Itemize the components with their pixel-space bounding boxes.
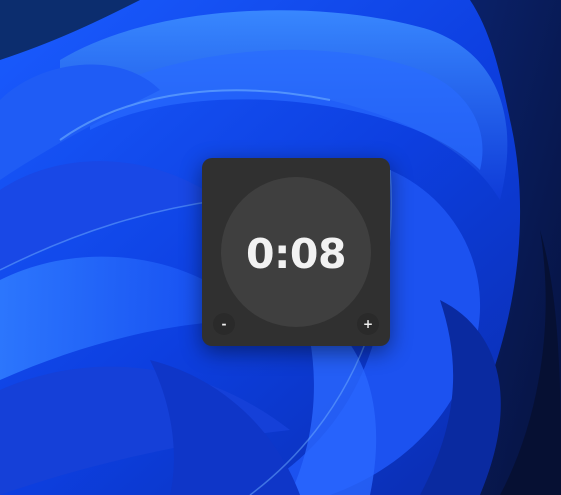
timer-dial[interactable]: 0:08 <box>221 177 371 327</box>
desktop: 0:08 - + <box>0 0 561 495</box>
timer-widget: 0:08 - + <box>202 158 390 346</box>
minus-icon: - <box>221 317 227 331</box>
increment-button[interactable]: + <box>357 313 379 335</box>
decrement-button[interactable]: - <box>213 313 235 335</box>
timer-display: 0:08 <box>246 229 346 278</box>
plus-icon: + <box>362 317 374 331</box>
